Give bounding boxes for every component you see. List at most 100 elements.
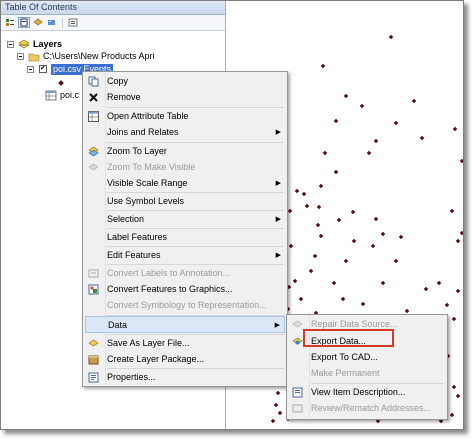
map-point	[350, 209, 356, 215]
menu-item-use-symbol-levels[interactable]: Use Symbol Levels	[85, 193, 285, 210]
remove-icon	[89, 93, 98, 102]
collapse-layer-icon[interactable]	[27, 66, 34, 73]
submenu-item-view-item-description[interactable]: View Item Description...	[289, 384, 445, 401]
layer-visibility-checkbox[interactable]	[39, 63, 47, 74]
list-by-visibility-icon[interactable]	[32, 17, 44, 28]
menu-item-convert-features-to-graphics[interactable]: Convert Features to Graphics...	[85, 281, 285, 298]
submenu-arrow-icon: ▶	[275, 129, 281, 136]
convert-labels-icon	[88, 269, 99, 278]
map-point	[333, 169, 339, 175]
folder-icon	[28, 53, 40, 62]
map-point	[351, 238, 357, 244]
map-point	[336, 217, 342, 223]
menu-item-convert-symbology-to-representation[interactable]: Convert Symbology to Representation...	[85, 297, 285, 314]
map-point	[423, 286, 429, 292]
map-point	[318, 233, 324, 239]
menu-item-label: Zoom To Make Visible	[107, 162, 196, 172]
export-icon	[292, 337, 303, 345]
submenu-arrow-icon: ▶	[274, 322, 280, 329]
arcmap-window: Table Of Contents Layers C:\Users\New Pr…	[0, 0, 464, 430]
map-point	[315, 222, 321, 228]
menu-item-label: Visible Scale Range	[107, 178, 188, 188]
menu-item-label: Use Symbol Levels	[107, 196, 185, 206]
menu-item-label: Zoom To Layer	[107, 146, 167, 156]
map-point	[287, 208, 293, 214]
toc-options-icon[interactable]	[67, 17, 79, 28]
menu-item-label: Copy	[107, 76, 129, 86]
menu-item-zoom-to-make-visible[interactable]: Zoom To Make Visible	[85, 159, 285, 176]
point-symbol-icon	[58, 80, 64, 86]
map-point	[292, 278, 298, 284]
map-point	[452, 126, 458, 132]
export-data-highlight-box	[303, 329, 394, 347]
map-point	[373, 138, 379, 144]
map-point	[380, 231, 386, 237]
submenu-item-export-to-cad[interactable]: Export To CAD...	[289, 349, 445, 366]
map-point	[388, 34, 394, 40]
menu-item-save-as-layer-file[interactable]: Save As Layer File...	[85, 335, 285, 352]
map-point	[304, 203, 310, 209]
menu-item-label-features[interactable]: Label Features	[85, 229, 285, 246]
menu-item-create-layer-package[interactable]: Create Layer Package...	[85, 351, 285, 368]
map-point	[270, 418, 276, 424]
save-layer-icon	[88, 339, 99, 347]
collapse-path-icon[interactable]	[17, 53, 24, 60]
list-by-source-icon[interactable]	[18, 17, 30, 28]
menu-item-label: Remove	[107, 92, 141, 102]
menu-item-label: Convert Labels to Annotation...	[107, 268, 231, 278]
map-point	[301, 191, 307, 197]
list-by-drawing-order-icon[interactable]	[4, 17, 16, 28]
map-point	[373, 216, 379, 222]
submenu-item-review-rematch-addresses[interactable]: Review/Rematch Addresses...	[289, 400, 445, 417]
map-point	[316, 204, 322, 210]
map-point	[370, 243, 376, 249]
menu-item-label: Selection	[107, 214, 145, 224]
menu-item-convert-labels-to-annotation[interactable]: Convert Labels to Annotation...	[85, 265, 285, 282]
map-point	[308, 268, 314, 274]
convert-features-icon	[88, 284, 99, 295]
map-point	[322, 150, 328, 156]
submenu-item-make-permanent[interactable]: Make Permanent	[289, 365, 445, 382]
menu-item-open-attribute-table[interactable]: Open Attribute Table	[85, 108, 285, 125]
menu-item-visible-scale-range[interactable]: Visible Scale Range ▶	[85, 175, 285, 192]
list-by-selection-icon[interactable]	[46, 17, 58, 28]
map-point	[273, 402, 279, 408]
collapse-layers-icon[interactable]	[7, 41, 14, 48]
menu-item-copy[interactable]: Copy	[85, 73, 285, 90]
menu-item-label: Joins and Relates	[107, 127, 179, 137]
map-point	[444, 302, 450, 308]
map-point	[312, 253, 318, 259]
properties-icon	[88, 372, 99, 383]
submenu-arrow-icon: ▶	[275, 180, 281, 187]
map-point	[455, 238, 461, 244]
menu-item-edit-features[interactable]: Edit Features ▶	[85, 247, 285, 264]
menu-item-joins-and-relates[interactable]: Joins and Relates ▶	[85, 124, 285, 141]
layer-package-icon	[88, 355, 99, 365]
menu-item-remove[interactable]: Remove	[85, 89, 285, 106]
menu-item-label: Export To CAD...	[311, 352, 378, 362]
toolbar-divider	[62, 17, 63, 28]
menu-item-label: Review/Rematch Addresses...	[311, 403, 432, 413]
menu-item-label: Label Features	[107, 232, 168, 242]
menu-item-label: Make Permanent	[311, 368, 380, 378]
menu-item-label: Open Attribute Table	[107, 111, 189, 121]
menu-item-data[interactable]: Data ▶	[85, 316, 285, 333]
table-label: poi.c	[60, 90, 80, 100]
layer-context-menu: Copy Remove Open Attribute Table Joins a…	[82, 71, 288, 387]
map-point	[366, 150, 372, 156]
map-point	[449, 208, 455, 214]
table-icon	[45, 90, 57, 101]
map-point	[393, 120, 399, 126]
menu-item-selection[interactable]: Selection ▶	[85, 211, 285, 228]
map-point	[419, 135, 425, 141]
menu-item-zoom-to-layer[interactable]: Zoom To Layer	[85, 143, 285, 160]
rematch-icon	[292, 404, 303, 413]
map-point	[451, 316, 457, 322]
menu-item-label: Edit Features	[107, 250, 161, 260]
menu-item-properties[interactable]: Properties...	[85, 369, 285, 386]
map-point	[288, 243, 294, 249]
map-point	[343, 93, 349, 99]
map-point	[455, 393, 461, 399]
map-point	[360, 301, 366, 307]
toc-title: Table Of Contents	[1, 1, 225, 15]
